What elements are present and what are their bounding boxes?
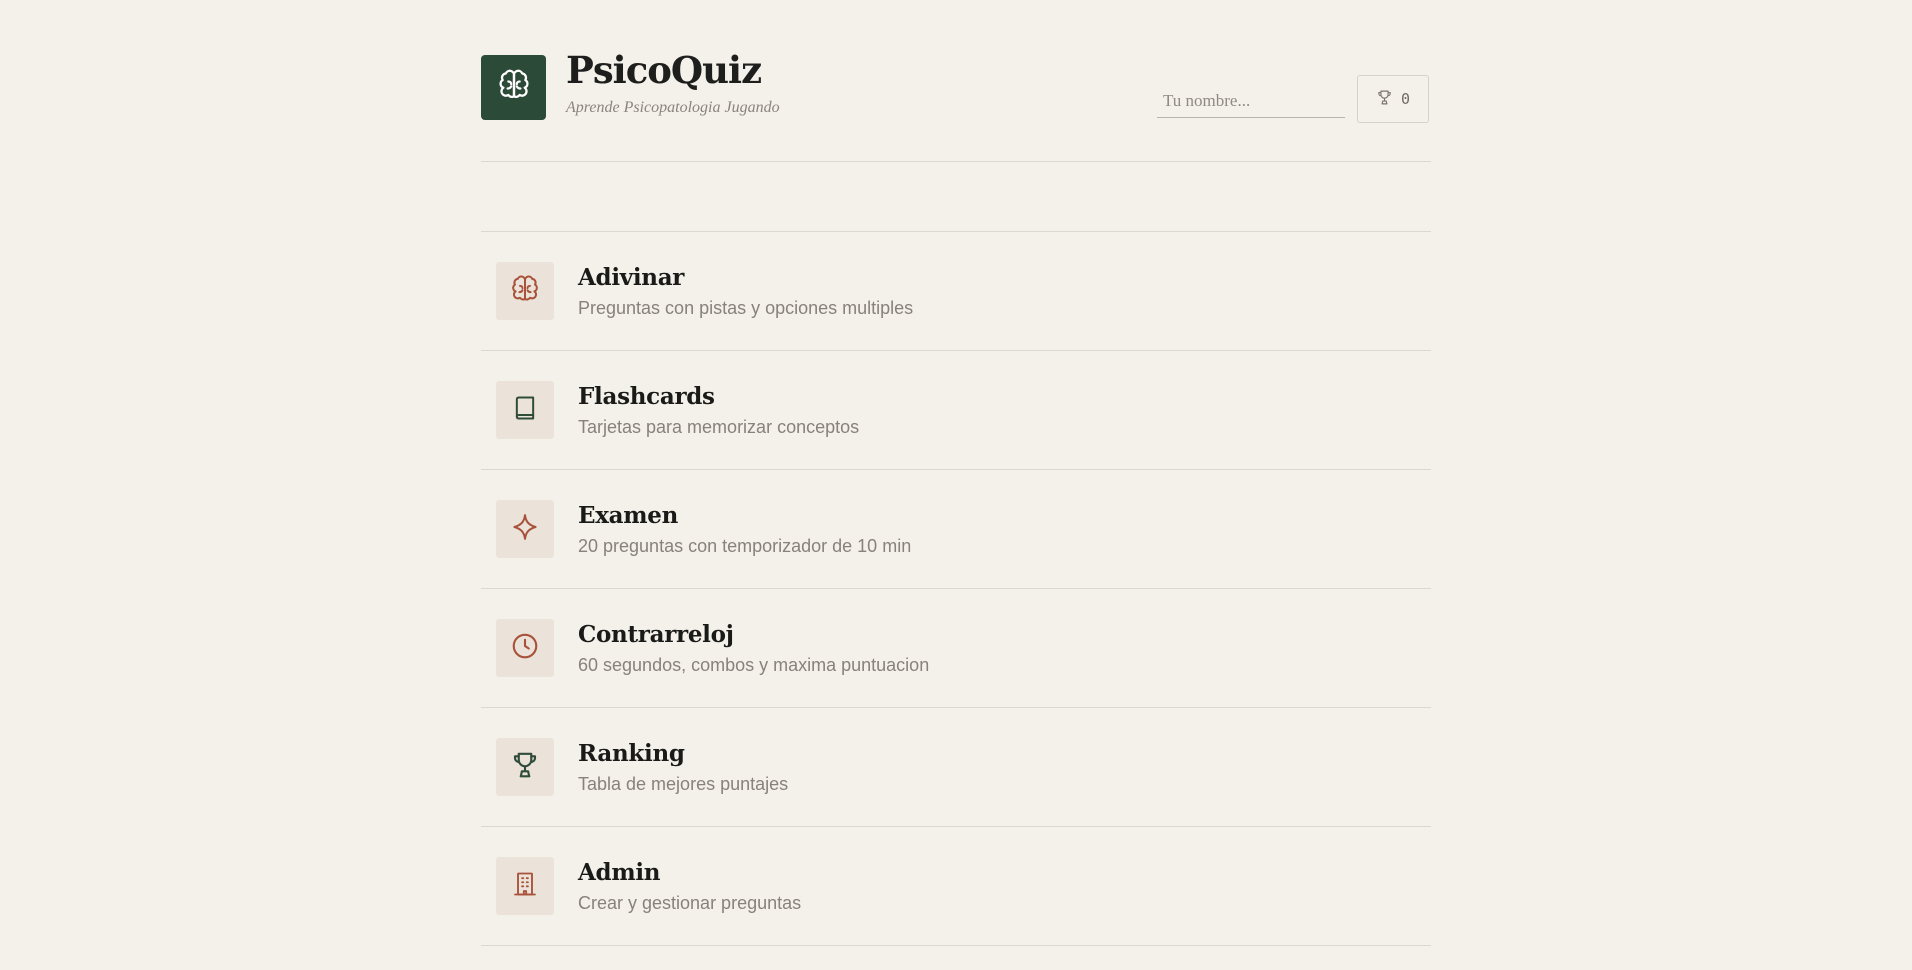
- trophy-icon: [510, 750, 540, 785]
- menu-item-title: Admin: [578, 859, 661, 886]
- player-name-input[interactable]: [1157, 84, 1345, 118]
- trophy-icon: [1376, 89, 1393, 110]
- app-subtitle: Aprende Psicopatologia Jugando: [566, 99, 780, 116]
- menu-item-description: Crear y gestionar preguntas: [578, 893, 802, 913]
- score-value: 0: [1400, 90, 1411, 108]
- menu-item-title: Adivinar: [578, 264, 685, 291]
- menu-item-flashcards[interactable]: Flashcards Tarjetas para memorizar conce…: [481, 351, 1431, 470]
- menu-icon-tile: [496, 262, 554, 320]
- menu-item-examen[interactable]: Examen 20 preguntas con temporizador de …: [481, 470, 1431, 589]
- menu-item-description: 20 preguntas con temporizador de 10 min: [578, 536, 912, 556]
- app-header: PsicoQuiz Aprende Psicopatologia Jugando…: [481, 0, 1431, 162]
- book-icon: [511, 394, 539, 427]
- menu-item-adivinar[interactable]: Adivinar Preguntas con pistas y opciones…: [481, 232, 1431, 351]
- menu-item-title: Contrarreloj: [578, 621, 734, 648]
- menu-item-description: Tabla de mejores puntajes: [578, 774, 789, 794]
- app-logo: [481, 55, 546, 120]
- menu-icon-tile: [496, 381, 554, 439]
- sparkle-icon: [510, 512, 540, 547]
- score-badge[interactable]: 0: [1357, 75, 1429, 123]
- brain-icon: [497, 68, 531, 107]
- clock-icon: [510, 631, 540, 666]
- app-container: PsicoQuiz Aprende Psicopatologia Jugando…: [481, 0, 1431, 946]
- menu-item-title: Examen: [578, 502, 679, 529]
- menu-item-description: Preguntas con pistas y opciones multiple…: [578, 298, 914, 318]
- menu-item-contrarreloj[interactable]: Contrarreloj 60 segundos, combos y maxim…: [481, 589, 1431, 708]
- menu-item-ranking[interactable]: Ranking Tabla de mejores puntajes: [481, 708, 1431, 827]
- menu-item-title: Ranking: [578, 740, 685, 767]
- menu-item-admin[interactable]: Admin Crear y gestionar preguntas: [481, 827, 1431, 946]
- menu-icon-tile: [496, 857, 554, 915]
- app-title: PsicoQuiz: [566, 48, 762, 92]
- menu-icon-tile: [496, 738, 554, 796]
- menu-item-title: Flashcards: [578, 383, 715, 410]
- menu-item-description: Tarjetas para memorizar conceptos: [578, 417, 860, 437]
- game-mode-menu: Adivinar Preguntas con pistas y opciones…: [481, 231, 1431, 946]
- menu-icon-tile: [496, 500, 554, 558]
- building-icon: [511, 870, 539, 903]
- menu-item-description: 60 segundos, combos y maxima puntuacion: [578, 655, 930, 675]
- menu-icon-tile: [496, 619, 554, 677]
- brain-icon: [510, 274, 540, 309]
